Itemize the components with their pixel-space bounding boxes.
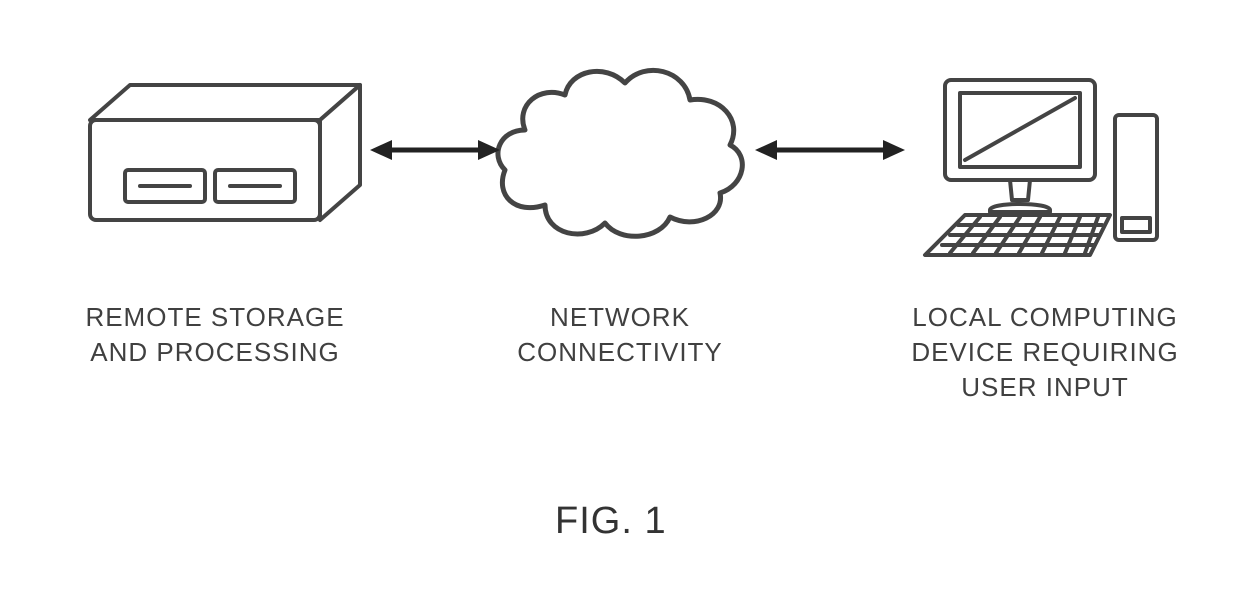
- client-node: [910, 60, 1170, 270]
- server-label-block: REMOTE STORAGE AND PROCESSING: [55, 300, 375, 370]
- cloud-label-block: NETWORK CONNECTIVITY: [490, 300, 750, 370]
- server-node: [70, 70, 370, 270]
- arrow-server-cloud: [370, 130, 500, 170]
- computer-icon: [910, 60, 1170, 270]
- figure-label: FIG. 1: [555, 500, 667, 543]
- arrow-cloud-client: [755, 130, 905, 170]
- cloud-icon: [485, 45, 755, 255]
- client-label-block: LOCAL COMPUTING DEVICE REQUIRING USER IN…: [895, 300, 1195, 405]
- cloud-node: [485, 45, 755, 255]
- server-label: REMOTE STORAGE AND PROCESSING: [55, 300, 375, 370]
- double-arrow-icon: [370, 130, 500, 170]
- double-arrow-icon: [755, 130, 905, 170]
- server-icon: [70, 70, 370, 270]
- client-label: LOCAL COMPUTING DEVICE REQUIRING USER IN…: [895, 300, 1195, 405]
- cloud-label: NETWORK CONNECTIVITY: [490, 300, 750, 370]
